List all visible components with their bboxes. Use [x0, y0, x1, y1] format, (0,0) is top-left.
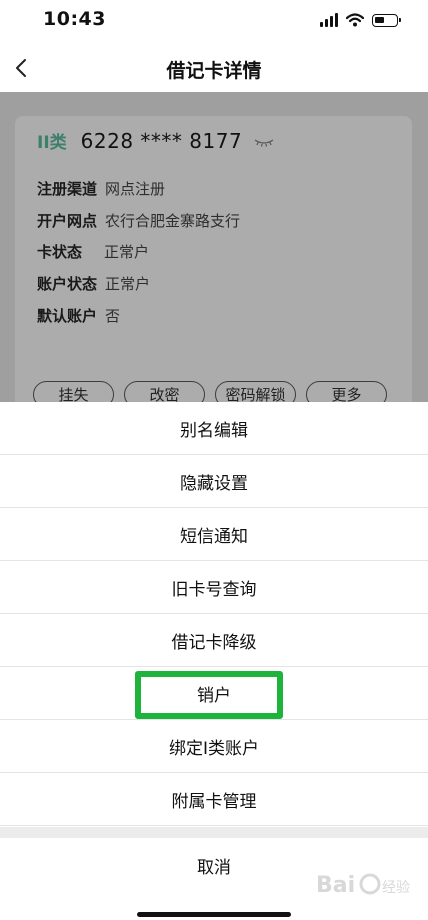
field-label: 开户网点 — [37, 212, 98, 230]
svg-text:Bai: Bai — [316, 873, 355, 898]
field-label: 账户状态 — [37, 275, 98, 293]
unlock-password-button[interactable]: 密码解锁 — [215, 381, 296, 402]
status-bar: 10:43 — [0, 0, 428, 44]
field-value: 网点注册 — [105, 180, 166, 198]
cellular-signal-icon — [320, 13, 338, 27]
wifi-icon — [346, 13, 364, 27]
menu-item-supplementary-card[interactable]: 附属卡管理 — [0, 773, 428, 826]
field-registration-channel: 注册渠道 网点注册 — [37, 178, 165, 199]
field-value: 正常户 — [104, 243, 150, 261]
debit-card-panel: II类 6228 **** 8177 注册渠道 网点注册 开户网点 农行合肥金寨路支… — [15, 116, 412, 402]
status-icons — [320, 11, 401, 29]
field-card-status: 卡状态 正常户 — [37, 241, 149, 262]
field-label: 注册渠道 — [37, 180, 98, 198]
sheet-divider — [0, 827, 428, 838]
report-loss-button[interactable]: 挂失 — [33, 381, 114, 402]
menu-item-alias-edit[interactable]: 别名编辑 — [0, 402, 428, 455]
highlight-box — [135, 671, 283, 719]
change-password-button[interactable]: 改密 — [124, 381, 205, 402]
status-time: 10:43 — [43, 8, 106, 30]
page-overlay[interactable]: II类 6228 **** 8177 注册渠道 网点注册 开户网点 农行合肥金寨路支… — [0, 92, 428, 402]
page-title: 借记卡详情 — [166, 60, 262, 82]
menu-item-sms-notification[interactable]: 短信通知 — [0, 508, 428, 561]
card-actions: 挂失 改密 密码解锁 更多 — [33, 381, 387, 402]
field-account-status: 账户状态 正常户 — [37, 273, 150, 294]
menu-item-old-card-query[interactable]: 旧卡号查询 — [0, 561, 428, 614]
more-button[interactable]: 更多 — [306, 381, 387, 402]
baidu-jingyan-watermark: Bai 经验 — [316, 873, 410, 898]
field-default-account: 默认账户否 — [37, 305, 120, 326]
field-label: 默认账户 — [37, 307, 98, 325]
card-header: II类 6228 **** 8177 — [37, 128, 274, 153]
battery-icon — [372, 13, 401, 27]
field-label: 卡状态 — [37, 243, 83, 261]
menu-item-bind-class-i-account[interactable]: 绑定I类账户 — [0, 720, 428, 773]
field-value: 农行合肥金寨路支行 — [105, 212, 241, 230]
field-branch: 开户网点 农行合肥金寨路支行 — [37, 210, 240, 231]
card-number: 6228 **** 8177 — [80, 128, 243, 153]
field-value: 正常户 — [105, 275, 151, 293]
field-value: 否 — [105, 307, 121, 325]
action-sheet: 别名编辑 隐藏设置 短信通知 旧卡号查询 借记卡降级 销户 绑定I类账户 附属卡… — [0, 402, 428, 920]
hidden-eye-icon[interactable] — [254, 138, 274, 148]
card-type-badge: II类 — [37, 133, 67, 153]
menu-item-hide-settings[interactable]: 隐藏设置 — [0, 455, 428, 508]
svg-text:经验: 经验 — [382, 880, 410, 896]
home-indicator — [137, 912, 291, 917]
nav-bar: 借记卡详情 — [0, 44, 428, 92]
menu-item-card-downgrade[interactable]: 借记卡降级 — [0, 614, 428, 667]
